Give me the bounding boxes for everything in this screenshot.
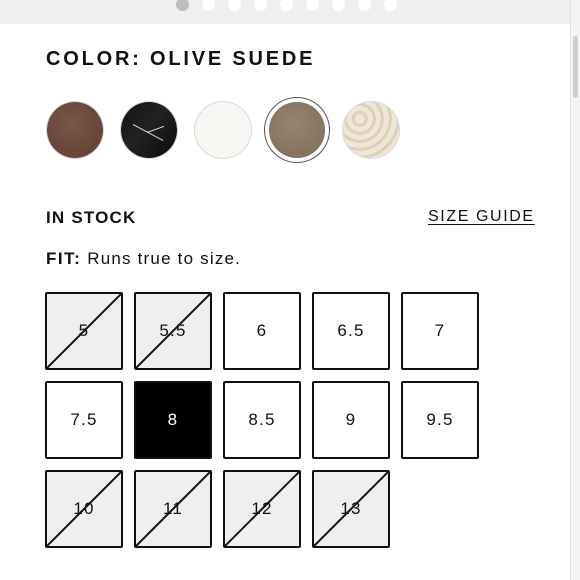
size-option-label: 7 (434, 321, 446, 340)
carousel-dots (176, 0, 397, 11)
size-option[interactable]: 10 (45, 470, 123, 548)
swatch-brown[interactable] (47, 102, 103, 158)
size-option[interactable]: 5 (45, 292, 123, 370)
size-option[interactable]: 8 (134, 381, 212, 459)
image-carousel-pagination (0, 0, 570, 24)
carousel-dot[interactable] (280, 0, 293, 11)
size-option[interactable]: 13 (312, 470, 390, 548)
stock-status: IN STOCK (46, 208, 137, 227)
fit-note: FIT: Runs true to size. (46, 249, 241, 269)
size-option-label: 12 (251, 499, 273, 518)
carousel-dot[interactable] (384, 0, 397, 11)
size-option[interactable]: 9.5 (401, 381, 479, 459)
swatch-cream-knit[interactable] (343, 102, 399, 158)
size-option-label: 6.5 (337, 321, 365, 340)
size-option-label: 8.5 (248, 410, 276, 429)
fit-label: FIT: (46, 249, 82, 268)
size-option[interactable]: 5.5 (134, 292, 212, 370)
size-option-label: 5.5 (159, 321, 187, 340)
carousel-dot[interactable] (202, 0, 215, 11)
size-option-label: 7.5 (70, 410, 98, 429)
size-option[interactable]: 7 (401, 292, 479, 370)
size-option-label: 13 (340, 499, 362, 518)
swatch-white[interactable] (195, 102, 251, 158)
carousel-dot[interactable] (228, 0, 241, 11)
size-option-label: 8 (167, 410, 179, 429)
carousel-dot[interactable] (254, 0, 267, 11)
scrollbar[interactable] (570, 0, 580, 580)
size-option-label: 6 (256, 321, 268, 340)
color-heading: COLOR: OLIVE SUEDE (46, 48, 316, 70)
size-option[interactable]: 8.5 (223, 381, 301, 459)
size-option[interactable]: 6 (223, 292, 301, 370)
size-guide-link[interactable]: SIZE GUIDE (428, 208, 535, 226)
size-option[interactable]: 7.5 (45, 381, 123, 459)
marble-vein (146, 125, 165, 133)
carousel-dot[interactable] (306, 0, 319, 11)
size-option-label: 11 (162, 499, 184, 518)
size-option-label: 9 (345, 410, 357, 429)
size-option[interactable]: 6.5 (312, 292, 390, 370)
carousel-dot[interactable] (176, 0, 189, 11)
size-option[interactable]: 11 (134, 470, 212, 548)
swatch-black-marble[interactable] (121, 102, 177, 158)
size-option-label: 10 (73, 499, 95, 518)
size-option-label: 9.5 (426, 410, 454, 429)
carousel-dot[interactable] (332, 0, 345, 11)
carousel-dot[interactable] (358, 0, 371, 11)
size-option[interactable]: 12 (223, 470, 301, 548)
size-option[interactable]: 9 (312, 381, 390, 459)
scrollbar-thumb[interactable] (573, 36, 578, 98)
fit-text: Runs true to size. (87, 249, 242, 268)
swatch-olive-suede[interactable] (269, 102, 325, 158)
size-option-label: 5 (78, 321, 90, 340)
